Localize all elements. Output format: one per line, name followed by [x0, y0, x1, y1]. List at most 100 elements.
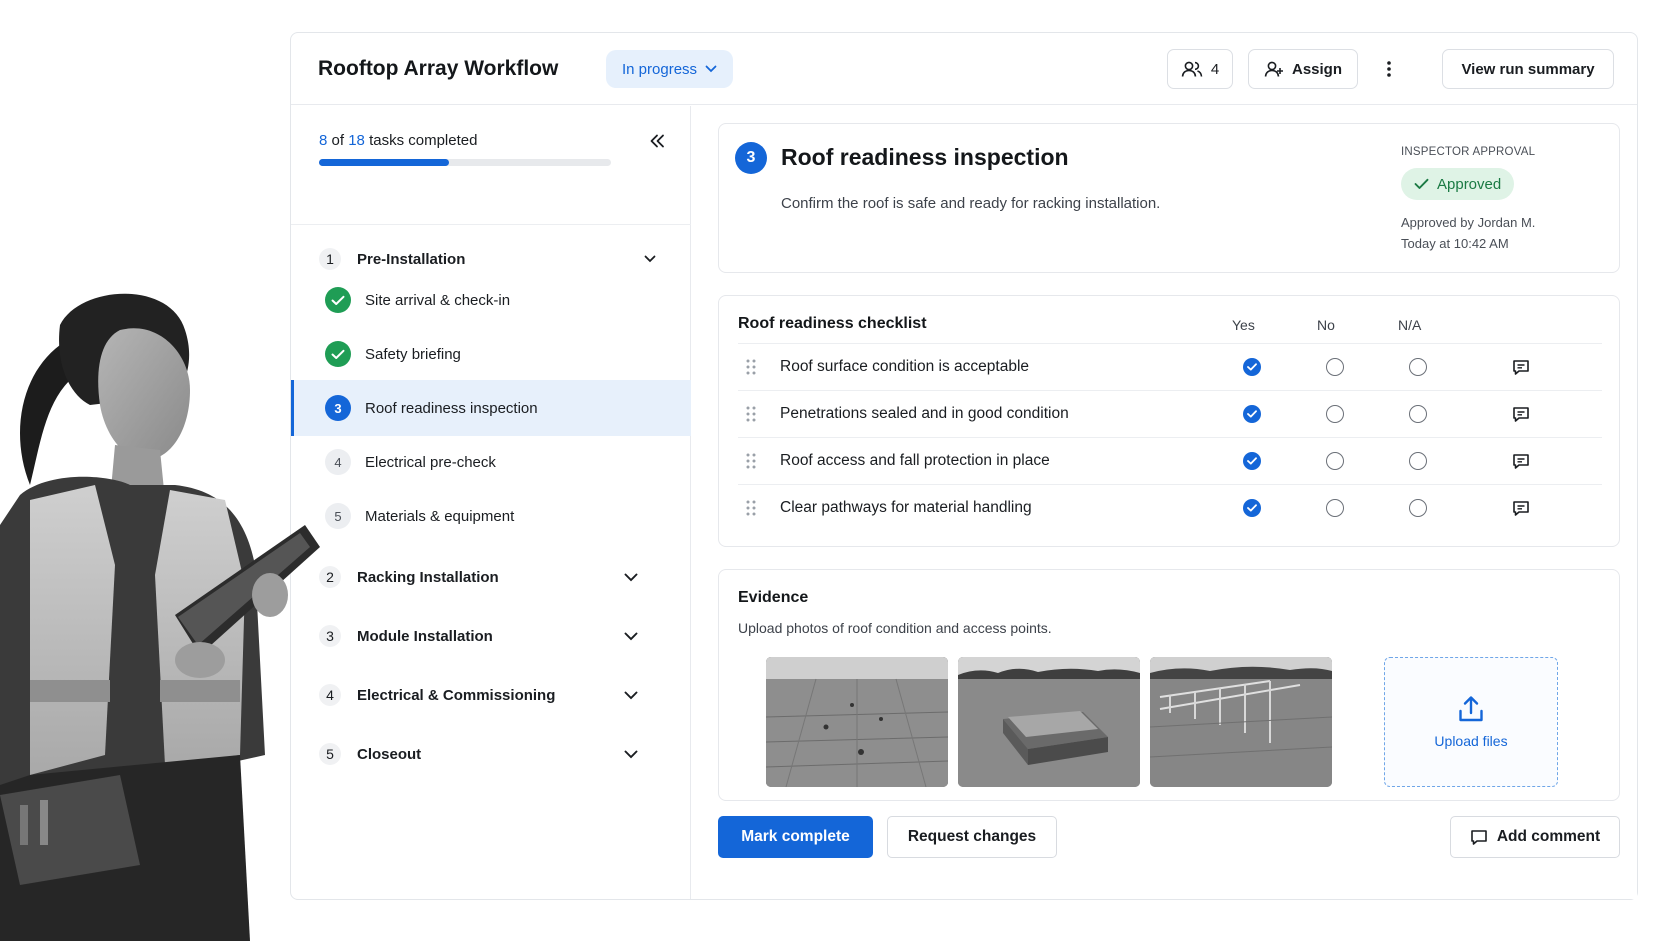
- task-label: Roof readiness inspection: [365, 399, 538, 417]
- evidence-photo-roof-surface[interactable]: [766, 657, 948, 787]
- comment-icon[interactable]: [1510, 356, 1532, 378]
- section-label: Module Installation: [357, 627, 493, 645]
- check-icon: [1414, 178, 1429, 189]
- drag-handle-icon[interactable]: [746, 359, 756, 380]
- assign-label: Assign: [1291, 60, 1342, 78]
- column-yes: Yes: [1232, 317, 1255, 333]
- evidence-card: Evidence Upload photos of roof condition…: [718, 569, 1620, 801]
- approved-time: Today at 10:42 AM: [1401, 236, 1509, 251]
- radio-no[interactable]: [1326, 452, 1344, 470]
- workflow-app-window: Rooftop Array Workflow In progress 4 Ass…: [290, 32, 1638, 900]
- section-number: 1: [319, 248, 341, 270]
- evidence-title: Evidence: [738, 589, 809, 606]
- progress-summary: 8 of 18 tasks completed: [319, 132, 477, 149]
- team-count: 4: [1210, 60, 1220, 78]
- task-label: Electrical pre-check: [365, 453, 496, 471]
- column-no: No: [1317, 317, 1335, 333]
- drag-handle-icon[interactable]: [746, 406, 756, 427]
- radio-na[interactable]: [1409, 358, 1427, 376]
- approval-status: Approved: [1437, 175, 1502, 193]
- evidence-photo-fall-protection[interactable]: [1150, 657, 1332, 787]
- radio-no[interactable]: [1326, 405, 1344, 423]
- radio-yes[interactable]: [1243, 405, 1261, 423]
- status-dropdown[interactable]: In progress: [606, 50, 734, 88]
- chevron-down-icon[interactable]: [621, 685, 641, 705]
- mark-complete-button[interactable]: Mark complete: [718, 816, 873, 858]
- comment-icon[interactable]: [1510, 450, 1532, 472]
- section-label: Racking Installation: [357, 568, 499, 586]
- checklist-card: Roof readiness checklist Yes No N/A Roof…: [718, 295, 1620, 547]
- task-label: Materials & equipment: [365, 507, 515, 525]
- chevron-down-icon[interactable]: [621, 567, 641, 587]
- chevron-down-icon[interactable]: [621, 744, 641, 764]
- task-detail-panel: 3 Roof readiness inspection Confirm the …: [692, 106, 1637, 899]
- chevron-down-icon: [705, 65, 717, 73]
- section-closeout[interactable]: 5 Closeout: [319, 739, 421, 769]
- progress-of: of: [331, 132, 345, 149]
- section-label: Closeout: [357, 745, 422, 763]
- team-members-button[interactable]: 4: [1167, 49, 1233, 89]
- radio-yes[interactable]: [1243, 499, 1261, 517]
- upload-label: Upload files: [1434, 733, 1508, 749]
- section-module-installation[interactable]: 3 Module Installation: [319, 621, 493, 651]
- comment-icon[interactable]: [1510, 497, 1532, 519]
- task-sidebar: 8 of 18 tasks completed 1 Pre-Installati…: [291, 106, 691, 899]
- task-roof-readiness-inspection[interactable]: 3 Roof readiness inspection: [291, 380, 691, 436]
- task-label: Site arrival & check-in: [365, 291, 511, 309]
- task-label: Safety briefing: [365, 345, 461, 363]
- add-comment-button[interactable]: Add comment: [1450, 816, 1620, 858]
- progress-bar-fill: [319, 159, 449, 166]
- comment-icon: [1471, 829, 1487, 845]
- task-title: Roof readiness inspection: [781, 144, 1069, 170]
- checklist-item-label: Penetrations sealed and in good conditio…: [780, 405, 1069, 422]
- upload-files-dropzone[interactable]: Upload files: [1384, 657, 1558, 787]
- view-run-summary-button[interactable]: View run summary: [1442, 49, 1614, 89]
- assign-button[interactable]: Assign: [1248, 49, 1358, 89]
- collapse-sidebar-button[interactable]: [644, 128, 670, 154]
- checklist-item-label: Roof surface condition is acceptable: [780, 358, 1030, 375]
- app-header: Rooftop Array Workflow In progress 4 Ass…: [291, 33, 1637, 105]
- user-add-icon: [1264, 61, 1283, 77]
- evidence-description: Upload photos of roof condition and acce…: [738, 620, 1052, 636]
- approval-label: INSPECTOR APPROVAL: [1401, 146, 1536, 158]
- worker-photo: [0, 293, 320, 941]
- radio-na[interactable]: [1409, 499, 1427, 517]
- section-label: Electrical & Commissioning: [357, 686, 556, 704]
- more-vertical-icon: [1387, 61, 1391, 77]
- section-electrical-commissioning[interactable]: 4 Electrical & Commissioning: [319, 680, 555, 710]
- task-header-card: 3 Roof readiness inspection Confirm the …: [718, 123, 1620, 273]
- evidence-photo-penetration[interactable]: [958, 657, 1140, 787]
- radio-na[interactable]: [1409, 405, 1427, 423]
- checklist-title: Roof readiness checklist: [738, 315, 927, 332]
- checklist-item-label: Roof access and fall protection in place: [780, 452, 1050, 469]
- task-site-arrival[interactable]: Site arrival & check-in: [291, 272, 691, 328]
- radio-yes[interactable]: [1243, 452, 1261, 470]
- radio-yes[interactable]: [1243, 358, 1261, 376]
- radio-no[interactable]: [1326, 358, 1344, 376]
- checklist-row: Penetrations sealed and in good conditio…: [738, 390, 1602, 437]
- radio-na[interactable]: [1409, 452, 1427, 470]
- workflow-title: Rooftop Array Workflow: [318, 57, 559, 80]
- task-description: Confirm the roof is safe and ready for r…: [781, 195, 1161, 212]
- total-count: 18: [348, 132, 365, 149]
- chevron-down-icon[interactable]: [621, 626, 641, 646]
- task-materials-equipment[interactable]: 5 Materials & equipment: [291, 488, 691, 544]
- comment-icon[interactable]: [1510, 403, 1532, 425]
- task-electrical-pre-check[interactable]: 4 Electrical pre-check: [291, 434, 691, 490]
- section-racking-installation[interactable]: 2 Racking Installation: [319, 562, 499, 592]
- section-pre-installation[interactable]: 1 Pre-Installation: [319, 244, 465, 274]
- upload-icon: [1459, 696, 1483, 722]
- progress-bar: [319, 159, 611, 166]
- checklist-row: Roof access and fall protection in place: [738, 437, 1602, 484]
- drag-handle-icon[interactable]: [746, 453, 756, 474]
- task-safety-briefing[interactable]: Safety briefing: [291, 326, 691, 382]
- more-options-button[interactable]: [1370, 49, 1408, 89]
- task-step-badge: 3: [735, 142, 767, 174]
- drag-handle-icon[interactable]: [746, 500, 756, 521]
- chevron-down-icon[interactable]: [640, 249, 660, 269]
- request-changes-button[interactable]: Request changes: [887, 816, 1057, 858]
- radio-no[interactable]: [1326, 499, 1344, 517]
- approval-status-badge: Approved: [1401, 168, 1515, 200]
- double-chevron-left-icon: [650, 134, 664, 148]
- checklist-item-label: Clear pathways for material handling: [780, 499, 1032, 516]
